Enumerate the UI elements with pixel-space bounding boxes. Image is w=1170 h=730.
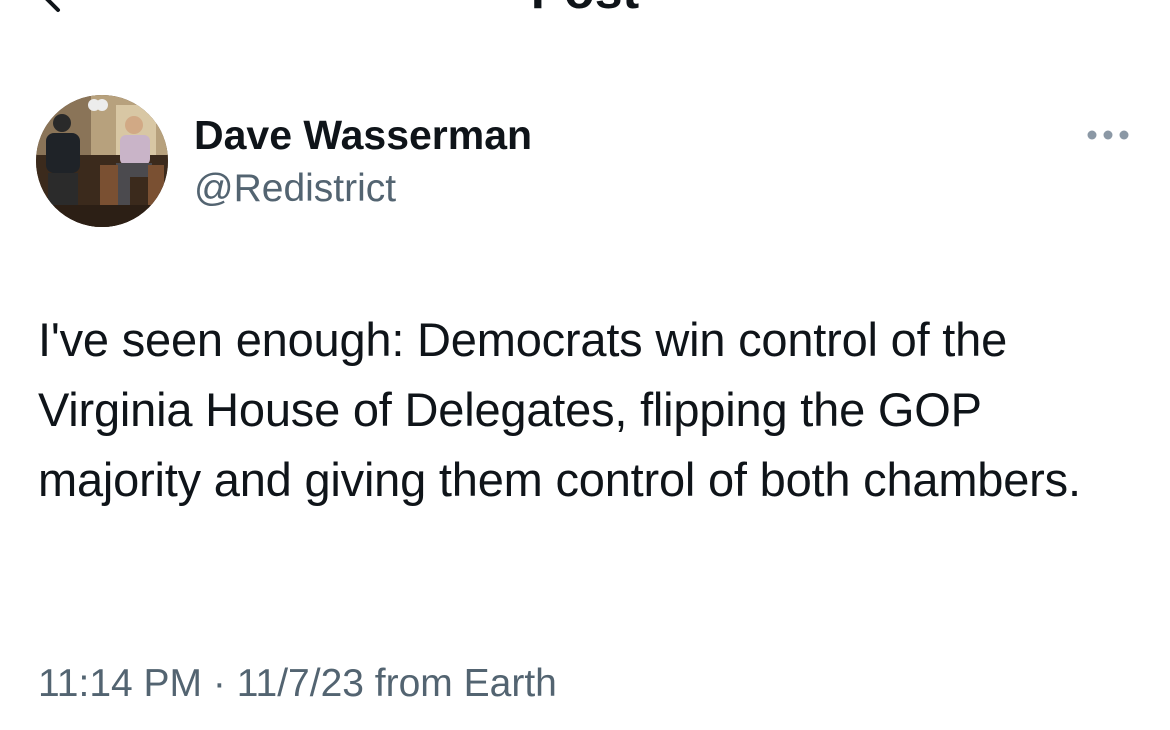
more-options-button[interactable] <box>1078 115 1138 155</box>
more-horizontal-icon <box>1087 130 1129 140</box>
tweet-date[interactable]: 11/7/23 <box>237 662 364 705</box>
tweet-source: from Earth <box>363 662 557 705</box>
page-title: Post <box>0 0 1170 16</box>
tweet-meta: 11:14 PM · 11/7/23 from Earth <box>38 658 557 710</box>
tweet-time[interactable]: 11:14 PM <box>38 662 202 705</box>
author-display-name[interactable]: Dave Wasserman <box>194 110 532 160</box>
author-handle[interactable]: @Redistrict <box>194 165 396 213</box>
meta-separator: · <box>202 662 237 705</box>
nav-header: Post <box>0 0 1170 20</box>
avatar-photo <box>36 95 168 227</box>
tweet-text: I've seen enough: Democrats win control … <box>38 313 1081 506</box>
avatar[interactable] <box>36 95 168 227</box>
